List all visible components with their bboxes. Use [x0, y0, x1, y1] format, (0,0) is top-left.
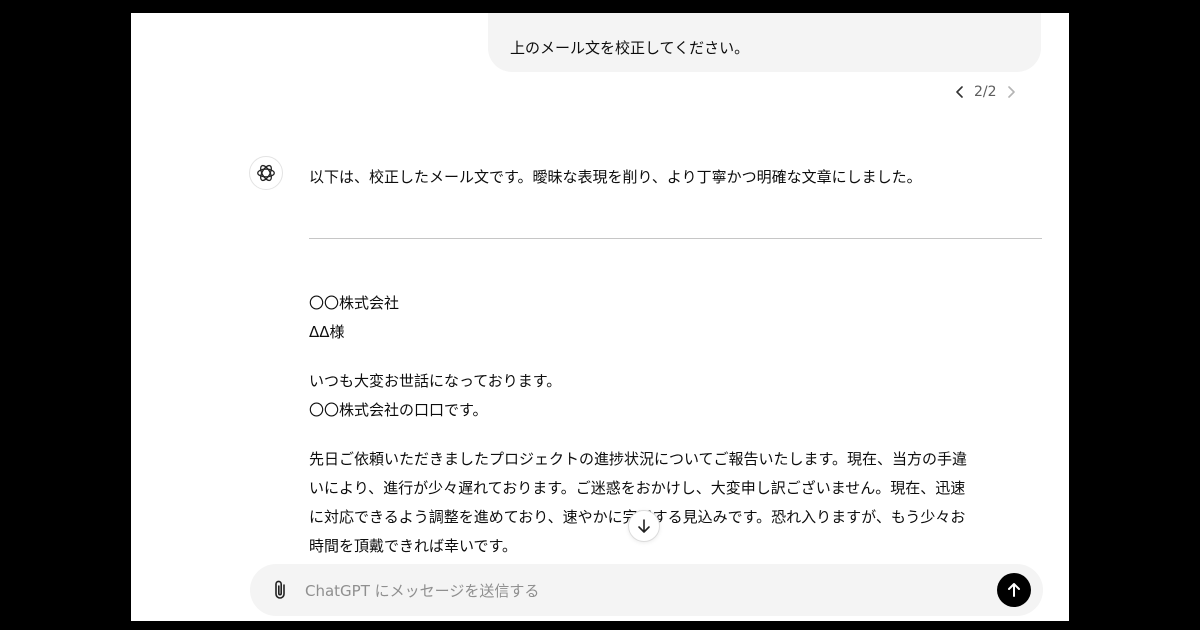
- email-body-line: 時間を頂戴できれば幸いです。: [309, 537, 518, 555]
- openai-logo-icon: [249, 156, 283, 190]
- pager-count: 2/2: [974, 84, 997, 100]
- user-message-bubble: 上のメール文を校正してください。: [488, 13, 1041, 72]
- email-body: 先日ご依頼いただきましたプロジェクトの進捗状況についてご報告いたします。現在、当…: [309, 445, 1044, 561]
- user-message-text: 上のメール文を校正してください。: [510, 39, 750, 57]
- arrow-down-icon: [638, 519, 650, 533]
- email-body-line: に対応できるよう調整を進めており、速やかに完了する見込みです。恐れ入りますが、も…: [309, 503, 1044, 532]
- paperclip-icon[interactable]: [268, 578, 292, 602]
- assistant-intro: 以下は、校正したメール文です。曖昧な表現を削り、より丁寧かつ明確な文章にしました…: [309, 168, 922, 186]
- chat-window: 上のメール文を校正してください。 2/2 以下は、校正したメール文です。曖昧な表…: [131, 13, 1069, 621]
- email-recipient: ΔΔ様: [309, 323, 345, 341]
- assistant-message: 以下は、校正したメール文です。曖昧な表現を削り、より丁寧かつ明確な文章にしました…: [309, 163, 1049, 192]
- message-input[interactable]: [303, 577, 947, 605]
- email-sender-intro: 〇〇株式会社の口口です。: [309, 401, 488, 419]
- response-pager: 2/2: [949, 81, 1022, 103]
- send-button[interactable]: [997, 573, 1031, 607]
- horizontal-rule: [309, 238, 1042, 239]
- scroll-to-bottom-button[interactable]: [628, 510, 660, 542]
- chevron-right-icon[interactable]: [1000, 81, 1022, 103]
- email-body-line: いにより、進行が少々遅れております。ご迷惑をおかけし、大変申し訳ございません。現…: [309, 479, 966, 497]
- chevron-left-icon[interactable]: [949, 81, 971, 103]
- corrected-email: 〇〇株式会社 ΔΔ様 いつも大変お世話になっております。 〇〇株式会社の口口です…: [309, 289, 1044, 561]
- email-body-line: 先日ご依頼いただきましたプロジェクトの進捗状況についてご報告いたします。現在、当…: [309, 450, 968, 468]
- email-company: 〇〇株式会社: [309, 294, 400, 312]
- email-greeting: いつも大変お世話になっております。: [309, 372, 562, 390]
- message-composer: [250, 564, 1043, 616]
- arrow-up-icon: [1008, 583, 1020, 597]
